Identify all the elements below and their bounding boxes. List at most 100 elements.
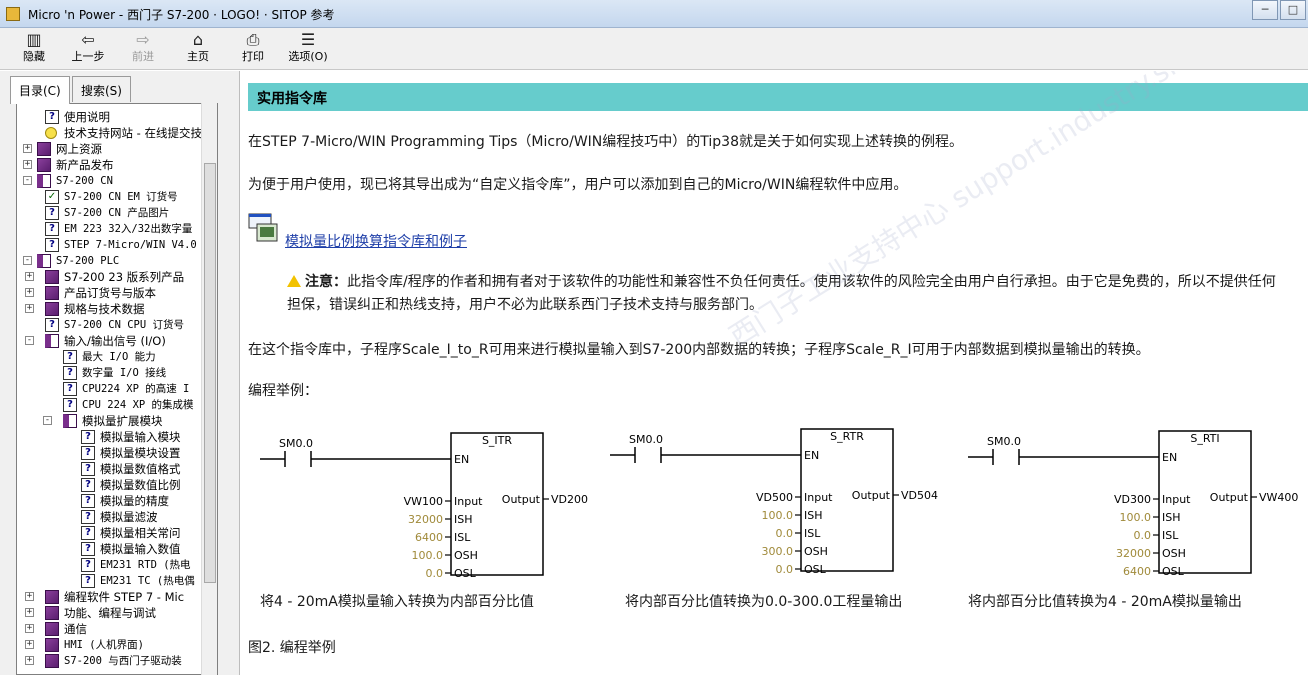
input-pin: OSH (1162, 547, 1186, 560)
expand-icon[interactable]: + (25, 288, 34, 297)
paragraph-tip38: 在STEP 7-Micro/WIN Programming Tips（Micro… (248, 134, 963, 150)
closed-book-icon (45, 654, 59, 668)
maximize-button[interactable]: □ (1280, 0, 1306, 20)
tree-item[interactable]: - 输入/输出信号 (I/O) (17, 333, 217, 349)
expand-icon[interactable]: + (25, 624, 34, 633)
expand-icon[interactable]: + (25, 608, 34, 617)
tree-item[interactable]: + S7-200 与西门子驱动装 (17, 653, 217, 669)
tree-scrollbar[interactable] (201, 103, 217, 675)
tree-item[interactable]: ? CPU 224 XP 的集成模 (17, 397, 217, 413)
scrollbar-thumb[interactable] (204, 163, 216, 583)
library-link[interactable]: 模拟量比例换算指令库和例子 (285, 231, 467, 251)
printer-icon: ⎙ (246, 30, 260, 49)
expand-icon[interactable]: + (25, 272, 34, 281)
tree-item-label: 规格与技术数据 (64, 302, 145, 316)
closed-book-icon (37, 158, 51, 172)
disclaimer-note: 注意：此指令库/程序的作者和拥有者对于该软件的功能性和兼容性不负任何责任。使用该… (287, 271, 1277, 317)
tree-item[interactable]: + 功能、编程与调试 (17, 605, 217, 621)
forward-button[interactable]: ⇨ 前进 (118, 30, 168, 68)
help-topic-icon: ? (45, 318, 59, 332)
tree-item[interactable]: ? 模拟量模块设置 (17, 445, 217, 461)
tree-item[interactable]: ? S7-200 CN 产品图片 (17, 205, 217, 221)
tree-item[interactable]: ? 模拟量的精度 (17, 493, 217, 509)
tree-item[interactable]: ? EM231 RTD (热电 (17, 557, 217, 573)
expand-icon[interactable]: + (25, 304, 34, 313)
tree-item[interactable]: + 规格与技术数据 (17, 301, 217, 317)
tree-item[interactable]: ? CPU224 XP 的高速 I (17, 381, 217, 397)
tree-item[interactable]: + 产品订货号与版本 (17, 285, 217, 301)
tree-item[interactable]: ? EM231 TC (热电偶 (17, 573, 217, 589)
tree-item[interactable]: ? STEP 7-Micro/WIN V4.0 (17, 237, 217, 253)
input-operand: 300.0 (762, 545, 794, 558)
minimize-button[interactable]: ─ (1252, 0, 1278, 20)
toolbar: ▥ 隐藏 ⇦ 上一步 ⇨ 前进 ⌂ 主页 ⎙ 打印 ☰ 选项(O) (0, 28, 1308, 70)
collapse-icon[interactable]: - (43, 416, 52, 425)
tab-search[interactable]: 搜索(S) (72, 76, 131, 102)
tree-item-label: S7-200 CN 产品图片 (64, 207, 170, 219)
tree-item[interactable]: ? 模拟量数值比例 (17, 477, 217, 493)
print-button[interactable]: ⎙ 打印 (228, 30, 278, 68)
input-operand: 100.0 (412, 549, 444, 562)
tree-item-label: HMI (人机界面) (64, 639, 144, 651)
tree-item-label: S7-200 PLC (56, 255, 120, 267)
hide-button[interactable]: ▥ 隐藏 (9, 30, 59, 68)
tree-item[interactable]: ? 数字量 I/O 接线 (17, 365, 217, 381)
tree-item[interactable]: - S7-200 PLC (17, 253, 217, 269)
tree-item[interactable]: ? 最大 I/O 能力 (17, 349, 217, 365)
tree-item[interactable]: + 网上资源 (17, 141, 217, 157)
tree-item-label: EM231 TC (热电偶 (100, 575, 195, 587)
input-pin: OSL (1162, 565, 1185, 577)
tree-item[interactable]: 技术支持网站 - 在线提交技 (17, 125, 217, 141)
input-pin: Input (454, 495, 483, 508)
tree-item[interactable]: ? 模拟量相关常问 (17, 525, 217, 541)
ladder-diagram: SM0.0 S_RTI EN Output VW400 VD300 Input 100.0 IS… (968, 430, 1298, 578)
expand-icon[interactable]: + (25, 640, 34, 649)
expand-icon[interactable]: + (23, 160, 32, 169)
tree-item[interactable]: + 通信 (17, 621, 217, 637)
tree-item[interactable]: ? 使用说明 (17, 109, 217, 125)
tree-item[interactable]: + HMI (人机界面) (17, 637, 217, 653)
tree-item[interactable]: - 模拟量扩展模块 (17, 413, 217, 429)
tree-item[interactable]: ? 模拟量输入模块 (17, 429, 217, 445)
collapse-icon[interactable]: - (23, 176, 32, 185)
tree-item[interactable]: ? S7-200 CN CPU 订货号 (17, 317, 217, 333)
open-book-icon (63, 414, 77, 428)
tree-item[interactable]: + 新产品发布 (17, 157, 217, 173)
expand-icon[interactable]: + (23, 144, 32, 153)
input-pin: ISL (454, 531, 471, 544)
back-button[interactable]: ⇦ 上一步 (63, 30, 113, 68)
library-download-icon[interactable] (248, 213, 278, 243)
contact-address: SM0.0 (279, 437, 313, 450)
tree-item[interactable]: ? 模拟量数值格式 (17, 461, 217, 477)
input-operand: 100.0 (762, 509, 794, 522)
tree-item-label: 模拟量输入模块 (100, 430, 181, 444)
input-operand: 32000 (408, 513, 443, 526)
expand-icon[interactable]: + (25, 656, 34, 665)
options-button[interactable]: ☰ 选项(O) (283, 30, 333, 68)
help-topic-icon: ? (81, 462, 95, 476)
tree-item-label: 使用说明 (64, 110, 110, 124)
tree-item-label: 数字量 I/O 接线 (82, 367, 167, 379)
en-pin: EN (1162, 451, 1177, 464)
tree-item-label: S7-200 23 版系列产品 (64, 270, 185, 284)
tree-item[interactable]: ? 模拟量输入数值 (17, 541, 217, 557)
tree-item[interactable]: - S7-200 CN (17, 173, 217, 189)
open-book-icon (37, 254, 51, 268)
figure-caption: 图2. 编程举例 (248, 640, 336, 656)
ladder-caption-2: 将内部百分比值转换为0.0-300.0工程量输出 (625, 594, 903, 610)
tree-item[interactable]: ✓ S7-200 CN EM 订货号 (17, 189, 217, 205)
collapse-icon[interactable]: - (23, 256, 32, 265)
tree-item[interactable]: + S7-200 23 版系列产品 (17, 269, 217, 285)
expand-icon[interactable]: + (25, 592, 34, 601)
tree-item-label: S7-200 与西门子驱动装 (64, 655, 182, 667)
en-pin: EN (804, 449, 819, 462)
tree-item[interactable]: ? 模拟量滤波 (17, 509, 217, 525)
tab-contents[interactable]: 目录(C) (10, 76, 70, 104)
title-bar: Micro 'n Power - 西门子 S7-200 · LOGO! · SI… (0, 0, 1308, 28)
tree-item-label: 模拟量扩展模块 (82, 414, 163, 428)
input-pin: ISH (1162, 511, 1181, 524)
tree-item[interactable]: + 编程软件 STEP 7 - Mic (17, 589, 217, 605)
collapse-icon[interactable]: - (25, 336, 34, 345)
tree-item[interactable]: ? EM 223 32入/32出数字量 (17, 221, 217, 237)
home-button[interactable]: ⌂ 主页 (173, 30, 223, 68)
